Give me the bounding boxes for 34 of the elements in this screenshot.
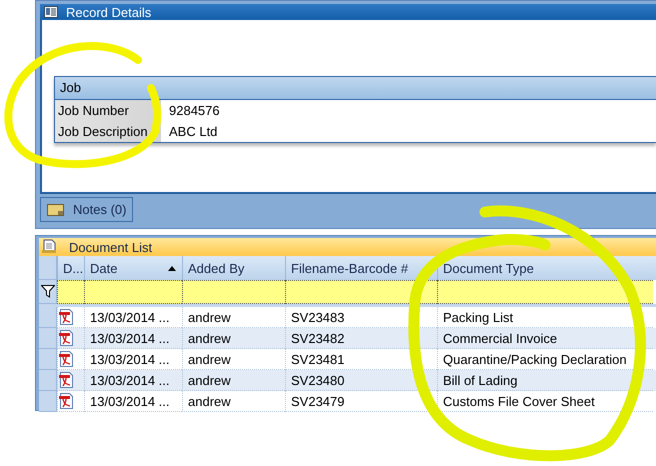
table-cell: Commercial Invoice [437, 328, 653, 349]
field-label: Job Description [55, 121, 161, 142]
notes-button[interactable]: Notes (0) [40, 197, 134, 222]
field-value: ABC Ltd [168, 123, 218, 142]
field-label: Job Number [55, 100, 161, 122]
table-cell: Bill of Lading [437, 370, 653, 391]
filter-cell[interactable] [285, 280, 437, 304]
pdf-icon [59, 393, 73, 409]
table-cell: 13/03/2014 ... [84, 370, 182, 391]
table-cell: 13/03/2014 ... [84, 391, 182, 412]
table-cell: andrew [182, 370, 285, 391]
filter-cell[interactable] [57, 280, 84, 304]
group-header: Job [55, 77, 656, 100]
pdf-icon [59, 351, 73, 367]
filter-cell[interactable] [182, 280, 285, 304]
pdf-icon [59, 372, 73, 388]
pdf-icon [59, 309, 73, 325]
document-icon [41, 239, 57, 255]
field-value: 9284576 [168, 102, 220, 120]
table-cell: 13/03/2014 ... [84, 328, 182, 349]
table-cell: SV23479 [285, 391, 437, 412]
panel-title: Document List [69, 240, 152, 254]
table-cell: Customs File Cover Sheet [437, 391, 653, 412]
form-icon [44, 6, 58, 18]
table-cell: SV23480 [285, 370, 437, 391]
note-icon [47, 202, 65, 216]
table-cell: andrew [182, 328, 285, 349]
table-cell: SV23482 [285, 328, 437, 349]
filter-cell[interactable] [84, 280, 182, 304]
filter-icon [40, 285, 54, 298]
pdf-icon [59, 330, 73, 346]
table-cell: andrew [182, 391, 285, 412]
panel-title: Record Details [66, 4, 152, 20]
filter-cell[interactable] [437, 280, 653, 304]
